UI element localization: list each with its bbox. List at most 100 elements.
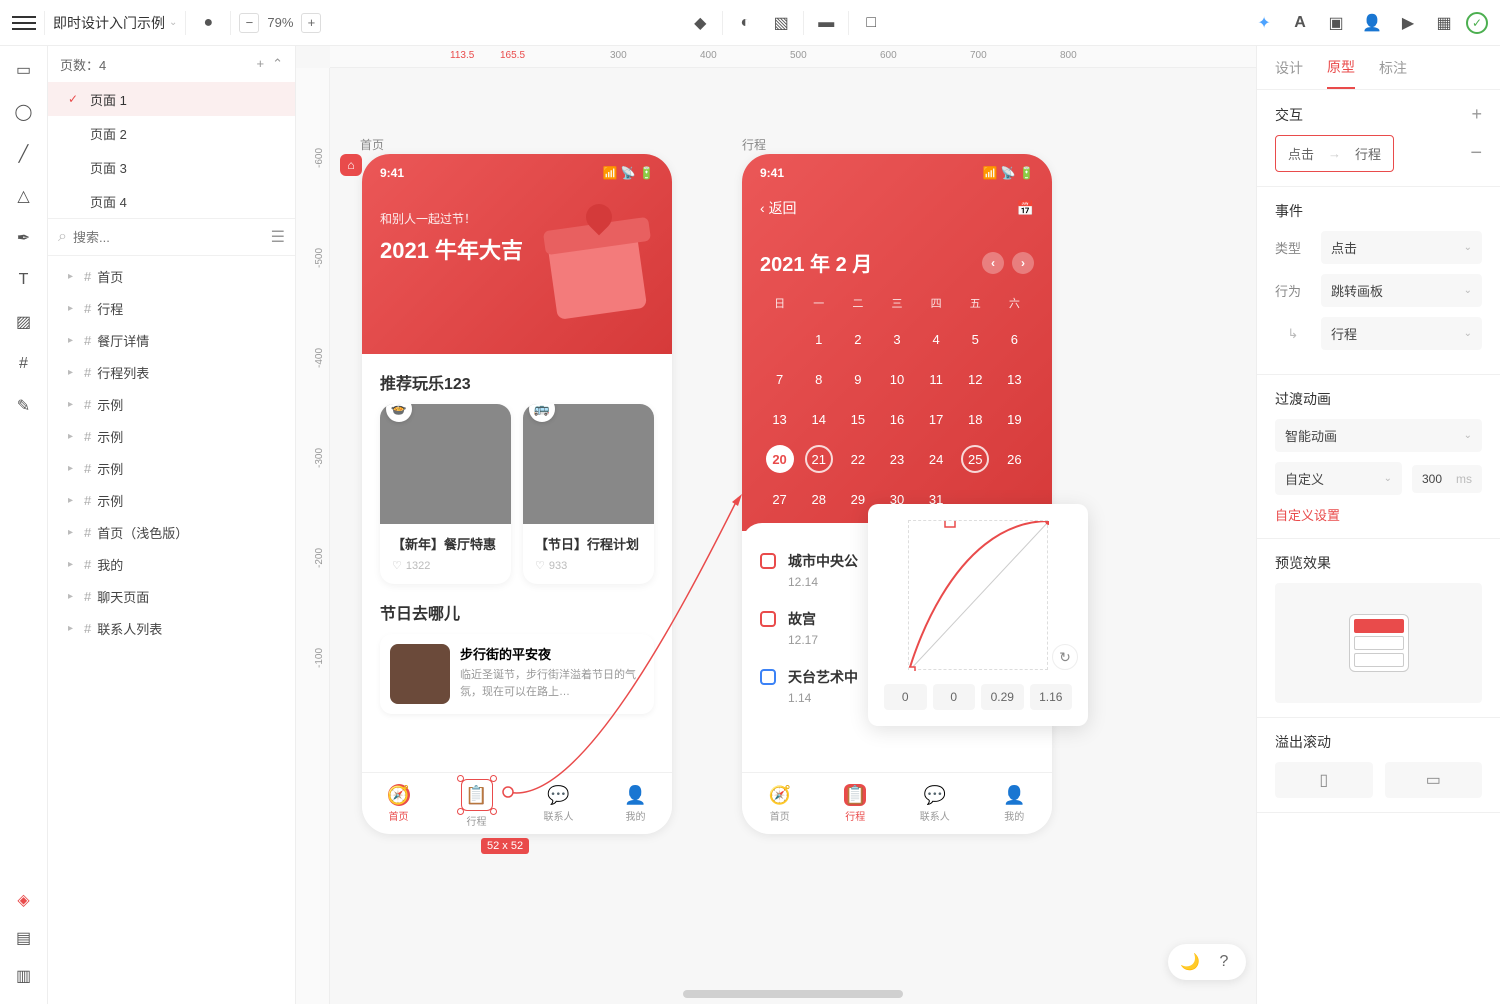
collapse-pages-button[interactable]: ⌃ bbox=[272, 56, 283, 72]
layer-item[interactable]: ▸#首页 bbox=[48, 260, 295, 292]
calendar-icon[interactable]: 📅 bbox=[1017, 200, 1034, 217]
search-input[interactable] bbox=[73, 230, 265, 245]
custom-settings-link[interactable]: 自定义设置 bbox=[1275, 505, 1482, 524]
next-month-button[interactable]: › bbox=[1012, 252, 1034, 274]
zoom-out-button[interactable]: − bbox=[239, 13, 259, 33]
home-marker-icon: ⌂ bbox=[340, 154, 362, 176]
tab-trips[interactable]: 📋 行程 bbox=[461, 779, 493, 828]
add-page-button[interactable]: + bbox=[257, 56, 265, 72]
bezier-x2-input[interactable]: 0.29 bbox=[981, 684, 1024, 710]
canvas[interactable]: 113.5 165.5 300 400 500 600 700 800 -600… bbox=[296, 46, 1256, 1004]
magic-icon[interactable]: ✦ bbox=[1250, 9, 1278, 37]
layer-item[interactable]: ▸#示例 bbox=[48, 484, 295, 516]
layer-item[interactable]: ▸#示例 bbox=[48, 452, 295, 484]
layer-item[interactable]: ▸#聊天页面 bbox=[48, 580, 295, 612]
page-item-2[interactable]: 页面 2 bbox=[48, 116, 295, 150]
layer-item[interactable]: ▸#示例 bbox=[48, 420, 295, 452]
tab-prototype[interactable]: 原型 bbox=[1327, 57, 1355, 89]
book-icon[interactable]: ▥ bbox=[12, 964, 36, 988]
diamond-icon[interactable]: ◆ bbox=[686, 9, 714, 37]
rectangle-tool-icon[interactable]: ▭ bbox=[12, 58, 36, 82]
prev-month-button[interactable]: ‹ bbox=[982, 252, 1004, 274]
layer-item[interactable]: ▸#行程列表 bbox=[48, 356, 295, 388]
tab-annotate[interactable]: 标注 bbox=[1379, 58, 1407, 88]
back-button[interactable]: ‹ 返回 bbox=[760, 198, 797, 218]
dark-mode-icon[interactable]: 🌙 bbox=[1178, 950, 1202, 974]
component-icon[interactable]: ▣ bbox=[1322, 9, 1350, 37]
duration-input[interactable]: 300ms bbox=[1412, 465, 1482, 493]
card-trip[interactable]: 🚌 【节日】行程计划 ♡933 bbox=[523, 404, 654, 584]
layers-panel-icon[interactable]: ◈ bbox=[12, 888, 36, 912]
bezier-y2-input[interactable]: 1.16 bbox=[1030, 684, 1073, 710]
help-icon[interactable]: ? bbox=[1212, 950, 1236, 974]
assets-panel-icon[interactable]: ▤ bbox=[12, 926, 36, 950]
contrast-icon[interactable]: ◐ bbox=[731, 9, 759, 37]
document-name[interactable]: 即时设计入门示例 ⌄ bbox=[53, 13, 177, 33]
bezier-x1-input[interactable]: 0 bbox=[884, 684, 927, 710]
image-icon[interactable]: ▧ bbox=[767, 9, 795, 37]
theme-toggle: 🌙 ? bbox=[1168, 944, 1246, 980]
layer-item[interactable]: ▸#首页（浅色版） bbox=[48, 516, 295, 548]
scroll-vertical-button[interactable]: ▯ bbox=[1275, 762, 1373, 798]
reset-bezier-button[interactable]: ↻ bbox=[1052, 644, 1078, 670]
remove-interaction-button[interactable]: − bbox=[1470, 142, 1482, 165]
tab-contacts[interactable]: 💬联系人 bbox=[544, 784, 574, 823]
animation-select[interactable]: 智能动画⌄ bbox=[1275, 419, 1482, 452]
tab-mine[interactable]: 👤我的 bbox=[625, 784, 647, 823]
layer-item[interactable]: ▸#行程 bbox=[48, 292, 295, 324]
page-item-1[interactable]: ✓页面 1 bbox=[48, 82, 295, 116]
square-icon[interactable]: □ bbox=[857, 9, 885, 37]
play-icon[interactable]: ▶ bbox=[1394, 9, 1422, 37]
eyedropper-tool-icon[interactable]: ✎ bbox=[12, 394, 36, 418]
target-select[interactable]: 行程⌄ bbox=[1321, 317, 1482, 350]
hamburger-menu[interactable] bbox=[12, 11, 36, 35]
topbar: 即时设计入门示例 ⌄ ● − 79% + ◆ ◐ ▧ ▬ □ ✦ A ▣ 👤 ▶… bbox=[0, 0, 1500, 46]
text-tool-icon[interactable]: T bbox=[12, 268, 36, 292]
tab-mine[interactable]: 👤我的 bbox=[1003, 784, 1025, 823]
text-icon[interactable]: A bbox=[1286, 9, 1314, 37]
layer-item[interactable]: ▸#联系人列表 bbox=[48, 612, 295, 644]
event-type-select[interactable]: 点击⌄ bbox=[1321, 231, 1482, 264]
horizontal-scrollbar[interactable] bbox=[683, 990, 903, 998]
tab-trips[interactable]: 📋行程 bbox=[844, 784, 866, 823]
artboard-home[interactable]: 9:41📶 📡 🔋 和别人一起过节！ 2021 牛年大吉 推荐玩乐123 🍲 【… bbox=[362, 154, 672, 834]
preview-box bbox=[1275, 583, 1482, 703]
layer-item[interactable]: ▸#餐厅详情 bbox=[48, 324, 295, 356]
interaction-item[interactable]: 点击 → 行程 bbox=[1275, 135, 1394, 172]
tab-contacts[interactable]: 💬联系人 bbox=[920, 784, 950, 823]
tab-home[interactable]: 🧭首页 bbox=[388, 784, 410, 823]
artboard-trip[interactable]: 9:41📶 📡 🔋 ‹ 返回 📅 2021 年 2 月 ‹› 日一二三四五六 1… bbox=[742, 154, 1052, 834]
layer-item[interactable]: ▸#示例 bbox=[48, 388, 295, 420]
bezier-editor-popup[interactable]: ↻ 0 0 0.29 1.16 bbox=[868, 504, 1088, 726]
circle-tool-icon[interactable]: ◯ bbox=[12, 100, 36, 124]
bezier-graph[interactable] bbox=[908, 520, 1048, 670]
artboard-label[interactable]: 首页 bbox=[360, 136, 384, 153]
list-item[interactable]: 步行街的平安夜 临近圣诞节，步行街洋溢着节日的气氛，现在可以在路上… bbox=[380, 634, 654, 714]
user-icon[interactable]: 👤 bbox=[1358, 9, 1386, 37]
behavior-select[interactable]: 跳转画板⌄ bbox=[1321, 274, 1482, 307]
card-restaurant[interactable]: 🍲 【新年】餐厅特惠 ♡1322 bbox=[380, 404, 511, 584]
calendar-grid[interactable]: 123456 78910111213 13141516171819 202122… bbox=[760, 325, 1034, 513]
page-item-4[interactable]: 页面 4 bbox=[48, 184, 295, 218]
chat-icon[interactable]: ● bbox=[194, 9, 222, 37]
pen-tool-icon[interactable]: ✒ bbox=[12, 226, 36, 250]
layout-icon[interactable]: ▦ bbox=[1430, 9, 1458, 37]
target-indent-icon: ↳ bbox=[1275, 326, 1311, 342]
triangle-tool-icon[interactable]: △ bbox=[12, 184, 36, 208]
bezier-y1-input[interactable]: 0 bbox=[933, 684, 976, 710]
frame-tool-icon[interactable]: # bbox=[12, 352, 36, 376]
check-circle-icon[interactable]: ✓ bbox=[1466, 12, 1488, 34]
zoom-in-button[interactable]: + bbox=[301, 13, 321, 33]
layer-item[interactable]: ▸#我的 bbox=[48, 548, 295, 580]
add-interaction-button[interactable]: + bbox=[1471, 104, 1482, 125]
filter-icon[interactable]: ☰ bbox=[271, 227, 285, 247]
page-item-3[interactable]: 页面 3 bbox=[48, 150, 295, 184]
scroll-horizontal-button[interactable]: ▭ bbox=[1385, 762, 1483, 798]
image-tool-icon[interactable]: ▨ bbox=[12, 310, 36, 334]
artboard-label[interactable]: 行程 bbox=[742, 136, 766, 153]
tab-design[interactable]: 设计 bbox=[1275, 58, 1303, 88]
easing-select[interactable]: 自定义⌄ bbox=[1275, 462, 1402, 495]
layers-icon[interactable]: ▬ bbox=[812, 9, 840, 37]
line-tool-icon[interactable]: ╱ bbox=[12, 142, 36, 166]
tab-home[interactable]: 🧭首页 bbox=[769, 784, 791, 823]
